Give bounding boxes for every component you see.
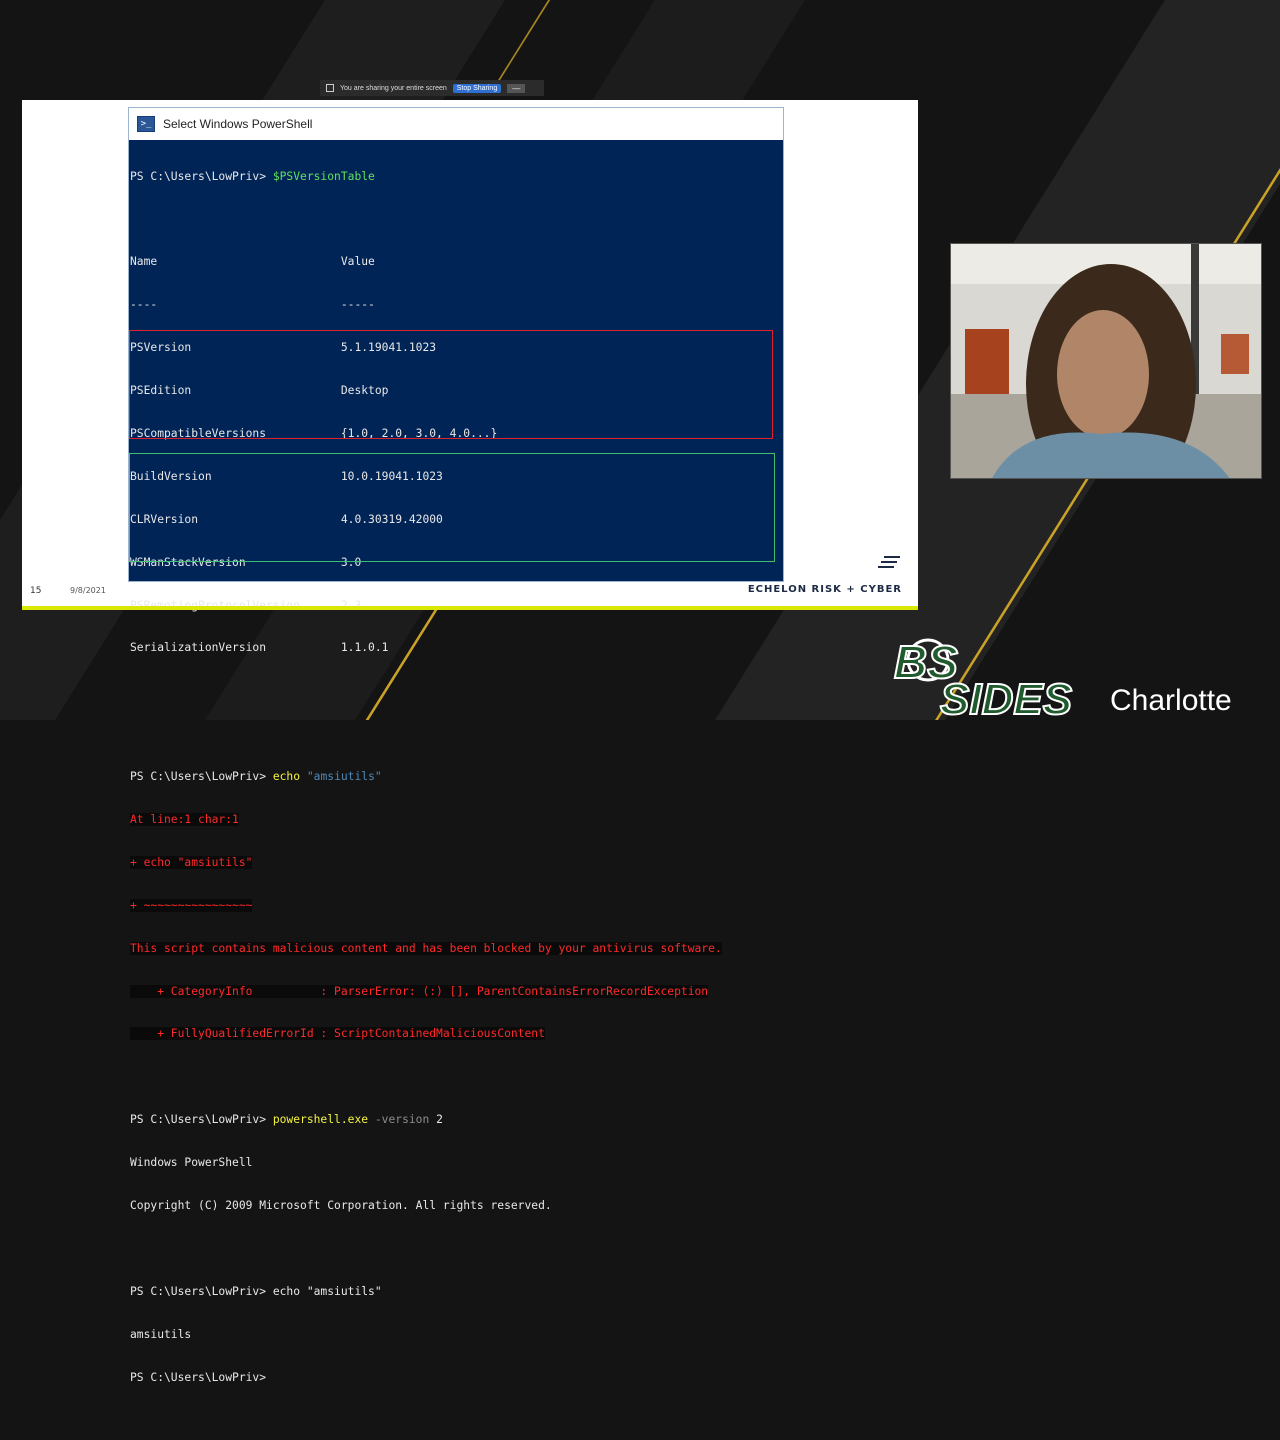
slide-number: 15 bbox=[30, 586, 42, 596]
webcam-video bbox=[950, 243, 1262, 479]
console-output[interactable]: PS C:\Users\LowPriv> $PSVersionTable Nam… bbox=[129, 140, 783, 1440]
error-line: + FullyQualifiedErrorId : ScriptContaine… bbox=[130, 1027, 545, 1041]
share-icon bbox=[326, 84, 334, 92]
table-rule: ---- ----- bbox=[130, 298, 375, 312]
slide-date: 9/8/2021 bbox=[70, 586, 106, 595]
event-city: Charlotte bbox=[1110, 684, 1232, 717]
success-highlight-box bbox=[129, 453, 775, 562]
presentation-slide: >_ Select Windows PowerShell PS C:\Users… bbox=[22, 100, 918, 1384]
console-line: PS C:\Users\LowPriv> $PSVersionTable bbox=[130, 169, 375, 183]
powershell-icon: >_ bbox=[137, 116, 155, 132]
output-line: Windows PowerShell bbox=[130, 1156, 253, 1170]
stop-sharing-button[interactable]: Stop Sharing bbox=[452, 83, 502, 93]
table-header: Name Value bbox=[130, 255, 375, 269]
output-line: amsiutils bbox=[130, 1327, 192, 1341]
error-line: + ~~~~~~~~~~~~~~~~ bbox=[130, 898, 253, 912]
window-titlebar[interactable]: >_ Select Windows PowerShell bbox=[129, 108, 783, 140]
final-prompt: PS C:\Users\LowPriv> bbox=[130, 1370, 267, 1384]
event-logo: BS SIDES Charlotte bbox=[890, 635, 1274, 725]
screen-share-bar: You are sharing your entire screen Stop … bbox=[320, 80, 544, 96]
console-line: PS C:\Users\LowPriv> echo "amsiutils" bbox=[130, 1284, 382, 1298]
error-line: + CategoryInfo : ParserError: (:) [], Pa… bbox=[130, 984, 709, 998]
powershell-window[interactable]: >_ Select Windows PowerShell PS C:\Users… bbox=[128, 107, 784, 1384]
slide-brand: ECHELON RISK + CYBER bbox=[747, 584, 902, 595]
console-line: PS C:\Users\LowPriv> powershell.exe -ver… bbox=[130, 1113, 443, 1127]
svg-text:SIDES: SIDES bbox=[940, 675, 1072, 716]
error-line: + echo "amsiutils" bbox=[130, 855, 253, 869]
echelon-logo-icon bbox=[878, 556, 900, 568]
error-line: At line:1 char:1 bbox=[130, 812, 239, 826]
error-line: This script contains malicious content a… bbox=[130, 941, 722, 955]
share-message: You are sharing your entire screen bbox=[340, 84, 447, 92]
speaker-video-frame bbox=[951, 244, 1261, 478]
window-title: Select Windows PowerShell bbox=[163, 117, 313, 131]
slide-accent-line bbox=[22, 606, 918, 610]
minimize-share-bar-button[interactable]: — bbox=[507, 83, 526, 93]
error-highlight-box bbox=[129, 330, 773, 439]
table-row: SerializationVersion 1.1.0.1 bbox=[130, 641, 389, 655]
output-line: Copyright (C) 2009 Microsoft Corporation… bbox=[130, 1198, 552, 1212]
console-line: PS C:\Users\LowPriv> echo "amsiutils" bbox=[130, 770, 382, 784]
